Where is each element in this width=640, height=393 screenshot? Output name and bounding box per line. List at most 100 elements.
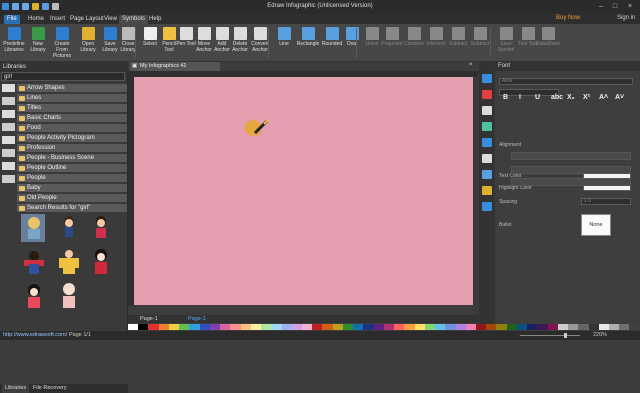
- girl-thumb-3[interactable]: [89, 214, 113, 242]
- color-swatch[interactable]: [189, 324, 200, 330]
- format-button[interactable]: A˄: [599, 94, 608, 101]
- color-swatch[interactable]: [557, 324, 569, 330]
- ribbon-button-0[interactable]: Predefine Libraries: [2, 26, 26, 60]
- color-swatch[interactable]: [578, 324, 589, 330]
- library-item[interactable]: Basic Charts: [17, 114, 127, 123]
- girl-thumb-1[interactable]: [21, 214, 45, 242]
- color-swatch[interactable]: [230, 324, 241, 330]
- page-icon[interactable]: [482, 154, 492, 163]
- text-icon[interactable]: [2, 110, 15, 118]
- color-palette[interactable]: [128, 324, 640, 330]
- color-swatch[interactable]: [128, 324, 139, 330]
- color-swatch[interactable]: [404, 324, 415, 330]
- girl-thumb-2[interactable]: [57, 214, 81, 242]
- fill-icon[interactable]: [482, 90, 492, 99]
- ribbon-button-23[interactable]: Save Symbol: [494, 26, 518, 60]
- color-swatch[interactable]: [383, 324, 395, 330]
- ribbon-button-13[interactable]: Line: [272, 26, 296, 60]
- color-swatch[interactable]: [332, 324, 343, 330]
- bullet-select[interactable]: None: [581, 214, 611, 236]
- close-document-icon[interactable]: ×: [469, 62, 473, 68]
- website-link[interactable]: http://www.edrawsoft.com/: [3, 332, 67, 338]
- tab-libraries[interactable]: Libraries: [2, 384, 30, 393]
- shadow-icon[interactable]: [482, 170, 492, 179]
- zoom-slider[interactable]: [520, 335, 580, 336]
- star-icon[interactable]: [2, 175, 15, 183]
- library-item[interactable]: Titles: [17, 104, 127, 113]
- group-icon[interactable]: [2, 149, 15, 157]
- color-swatch[interactable]: [414, 324, 425, 330]
- color-swatch[interactable]: [291, 324, 302, 330]
- menu-symbols[interactable]: Symbols: [119, 15, 149, 24]
- ribbon-button-25[interactable]: DataSheet: [536, 26, 560, 60]
- library-item[interactable]: Profession: [17, 144, 127, 153]
- color-swatch[interactable]: [496, 324, 507, 330]
- girl-thumb-6[interactable]: [89, 248, 113, 276]
- ribbon-button-19[interactable]: Combine: [402, 26, 426, 60]
- vertical-alignment-group[interactable]: [511, 166, 631, 174]
- color-swatch[interactable]: [322, 324, 333, 330]
- color-swatch[interactable]: [465, 324, 476, 330]
- font-name-select[interactable]: Arial: [499, 78, 633, 85]
- color-swatch[interactable]: [312, 324, 323, 330]
- color-swatch[interactable]: [506, 324, 517, 330]
- color-swatch[interactable]: [281, 324, 292, 330]
- format-button[interactable]: X₂: [567, 94, 575, 101]
- color-swatch[interactable]: [373, 324, 384, 330]
- ribbon-button-2[interactable]: Create From Pictures: [50, 26, 74, 60]
- color-swatch[interactable]: [394, 324, 405, 330]
- color-swatch[interactable]: [445, 324, 456, 330]
- minimize-button[interactable]: –: [596, 2, 606, 11]
- tab-file-recovery[interactable]: File Recovery: [30, 384, 70, 393]
- format-button[interactable]: A˅: [615, 94, 624, 101]
- library-item[interactable]: Lines: [17, 94, 127, 103]
- menu-insert[interactable]: Insert: [47, 15, 68, 24]
- color-swatch[interactable]: [598, 324, 610, 330]
- color-swatch[interactable]: [486, 324, 497, 330]
- library-item[interactable]: People: [17, 174, 127, 183]
- color-swatch[interactable]: [609, 324, 620, 330]
- format-button[interactable]: B: [503, 94, 508, 101]
- library-search-input[interactable]: girl: [1, 72, 125, 81]
- library-item[interactable]: Arrow Shapes: [17, 84, 127, 93]
- color-swatch[interactable]: [138, 324, 149, 330]
- maximize-button[interactable]: □: [610, 2, 620, 11]
- heart-icon[interactable]: [2, 162, 15, 170]
- buy-now-link[interactable]: Buy Now: [556, 15, 580, 21]
- color-swatch[interactable]: [568, 324, 579, 330]
- color-swatch[interactable]: [588, 324, 599, 330]
- document-tab[interactable]: ▣ My Infographics 41: [130, 62, 220, 71]
- library-item[interactable]: People Activity Pictogram: [17, 134, 127, 143]
- color-swatch[interactable]: [220, 324, 231, 330]
- food-icon[interactable]: [2, 136, 15, 144]
- drawing-canvas[interactable]: [134, 77, 473, 305]
- color-swatch[interactable]: [271, 324, 282, 330]
- history-icon[interactable]: [482, 186, 492, 195]
- color-swatch[interactable]: [619, 324, 630, 330]
- color-swatch[interactable]: [250, 324, 262, 330]
- color-swatch[interactable]: [168, 324, 180, 330]
- more-icon[interactable]: [482, 202, 492, 211]
- line-style-icon[interactable]: [482, 106, 492, 115]
- page-tab-active[interactable]: Page-1: [188, 315, 206, 323]
- zoom-slider-handle[interactable]: [564, 333, 567, 338]
- direction-alignment-group[interactable]: [511, 178, 631, 186]
- color-swatch[interactable]: [527, 324, 538, 330]
- menu-file[interactable]: File: [4, 15, 20, 24]
- font-panel-icon[interactable]: [482, 74, 492, 83]
- color-swatch[interactable]: [199, 324, 210, 330]
- girl-thumb-5[interactable]: [57, 248, 81, 276]
- color-swatch[interactable]: [455, 324, 466, 330]
- menu-view[interactable]: View: [101, 15, 120, 24]
- layers-icon[interactable]: [482, 138, 492, 147]
- color-swatch[interactable]: [240, 324, 251, 330]
- vertical-scrollbar[interactable]: [473, 77, 478, 305]
- ribbon-button-20[interactable]: Intersect: [424, 26, 448, 60]
- color-swatch[interactable]: [629, 324, 640, 330]
- arrow-icon[interactable]: [2, 97, 15, 105]
- shapes-icon[interactable]: [2, 84, 15, 92]
- color-swatch[interactable]: [158, 324, 169, 330]
- color-swatch[interactable]: [537, 324, 548, 330]
- close-button[interactable]: ×: [625, 2, 635, 11]
- color-swatch[interactable]: [179, 324, 190, 330]
